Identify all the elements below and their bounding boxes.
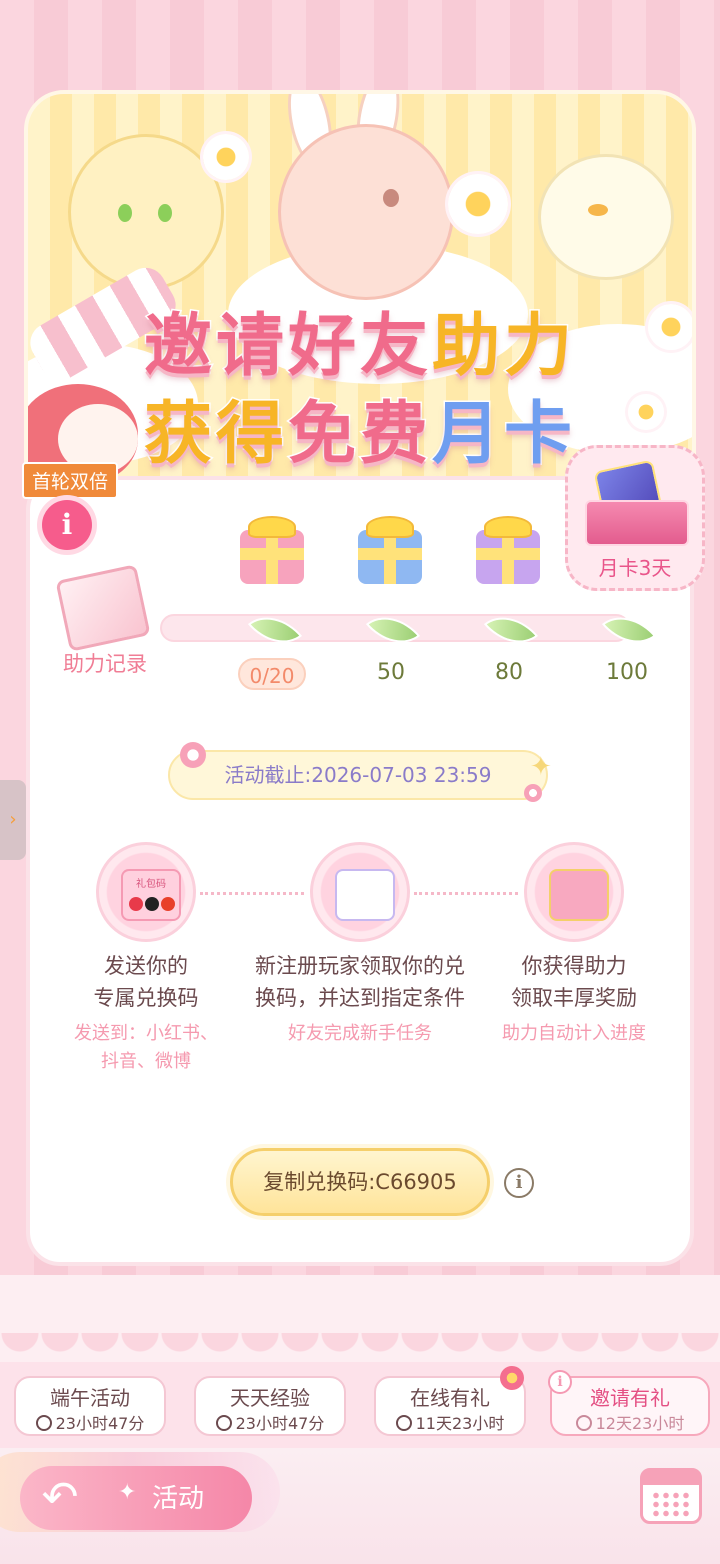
xiaohongshu-icon [129,897,143,911]
copy-code-button[interactable]: 复制兑换码:C66905 [230,1148,490,1216]
gift-code-text: 礼包码 [136,879,166,890]
step-3-icon [524,842,624,942]
clipboard-icon [335,869,395,921]
step-2-icon [310,842,410,942]
step-sub-line: 抖音、微博 [101,1051,191,1072]
tab-timer-text: 12天23小时 [595,1414,685,1433]
sparkle-icon: ✦ [118,1480,137,1505]
milestone-value: 50 [377,660,405,685]
info-icon[interactable]: i [42,500,92,550]
tab-timer-text: 11天23小时 [415,1414,505,1433]
clock-icon [215,1415,232,1431]
flower-icon [180,742,206,768]
double-reward-badge: 首轮双倍 [22,462,119,499]
step-sub-line: 发送到：小红书、 [74,1023,218,1044]
tab-timer-text: 23小时47分 [55,1414,145,1433]
info-icon[interactable]: i [504,1168,534,1198]
info-icon[interactable]: i [548,1370,572,1394]
clock-icon [395,1415,412,1431]
milestone-value: 80 [495,660,523,685]
weibo-icon [161,897,175,911]
step-connector [414,892,518,895]
flower-icon [524,784,542,802]
gift-code-ticket: 礼包码 [121,869,181,921]
gift-bow [484,516,532,538]
back-arrow-icon[interactable]: ↶ [30,1472,90,1524]
title-text: 月卡 [430,394,577,476]
tab-title: 天天经验 [230,1386,310,1410]
final-reward-label: 月卡3天 [598,556,672,580]
calendar-grid [651,1491,691,1517]
assist-record-label[interactable]: 助力记录 [40,648,170,678]
tab-timer: 11天23小时 [376,1410,524,1434]
step-1-sub: 发送到：小红书、 抖音、微博 [46,1020,246,1076]
gift-box-base [585,500,689,546]
title-text: 助力 [430,306,577,388]
step-connector [200,892,304,895]
tab-dragon-boat[interactable]: 端午活动 23小时47分 [14,1376,166,1436]
eye-icon [383,189,399,207]
clock-icon [35,1415,52,1431]
step-sub-line: 好友完成新手任务 [288,1023,432,1044]
gift-box-icon [549,869,609,921]
eye-icon [118,204,132,222]
flower-decoration [448,174,508,234]
step-2-sub: 好友完成新手任务 [260,1020,460,1048]
step-3-sub: 助力自动计入进度 [474,1020,674,1048]
tab-timer: 23小时47分 [16,1410,164,1434]
banner-title-line1: 邀请好友助力 [0,290,720,389]
calendar-icon[interactable] [640,1468,702,1524]
tab-timer: 12天23小时 [552,1410,708,1434]
step-1-icon: 礼包码 [96,842,196,942]
douyin-icon [145,897,159,911]
activity-label[interactable]: 活动 [152,1478,204,1515]
tab-title: 在线有礼 [410,1386,490,1410]
tab-timer: 23小时47分 [196,1410,344,1434]
gift-box-icon[interactable] [476,530,540,584]
gift-box-icon[interactable] [240,530,304,584]
bird-beak [588,204,608,216]
gift-box-icon[interactable] [358,530,422,584]
title-text: 邀请好友 [142,306,432,388]
step-3-title: 你获得助力 领取丰厚奖励 [444,950,704,1014]
clock-icon [575,1415,592,1431]
step-sub-line: 助力自动计入进度 [502,1023,646,1044]
sparkle-icon: ✦ [530,752,552,782]
gift-bow [248,516,296,538]
milestone-value: 100 [606,660,648,685]
tab-timer-text: 23小时47分 [235,1414,325,1433]
lace-decoration [0,1275,720,1365]
tab-invite-gift[interactable]: 邀请有礼 12天23小时 [550,1376,710,1436]
step-title-line: 领取丰厚奖励 [511,986,637,1010]
tab-title: 邀请有礼 [590,1386,670,1410]
pink-girl-character [278,124,454,300]
side-expand-arrow[interactable]: › [0,780,26,860]
flower-decoration [203,134,249,180]
deadline-banner: 活动截止:2026-07-03 23:59 [168,750,548,800]
title-text: 免费 [286,394,432,476]
tab-daily-exp[interactable]: 天天经验 23小时47分 [194,1376,346,1436]
title-text: 获得 [142,394,288,476]
eye-icon [158,204,172,222]
gift-bow [366,516,414,538]
progress-current: 0/20 [238,658,306,690]
step-title-line: 你获得助力 [521,954,627,978]
tab-title: 端午活动 [50,1386,130,1410]
flower-icon [500,1366,524,1390]
bird-character [538,154,674,280]
